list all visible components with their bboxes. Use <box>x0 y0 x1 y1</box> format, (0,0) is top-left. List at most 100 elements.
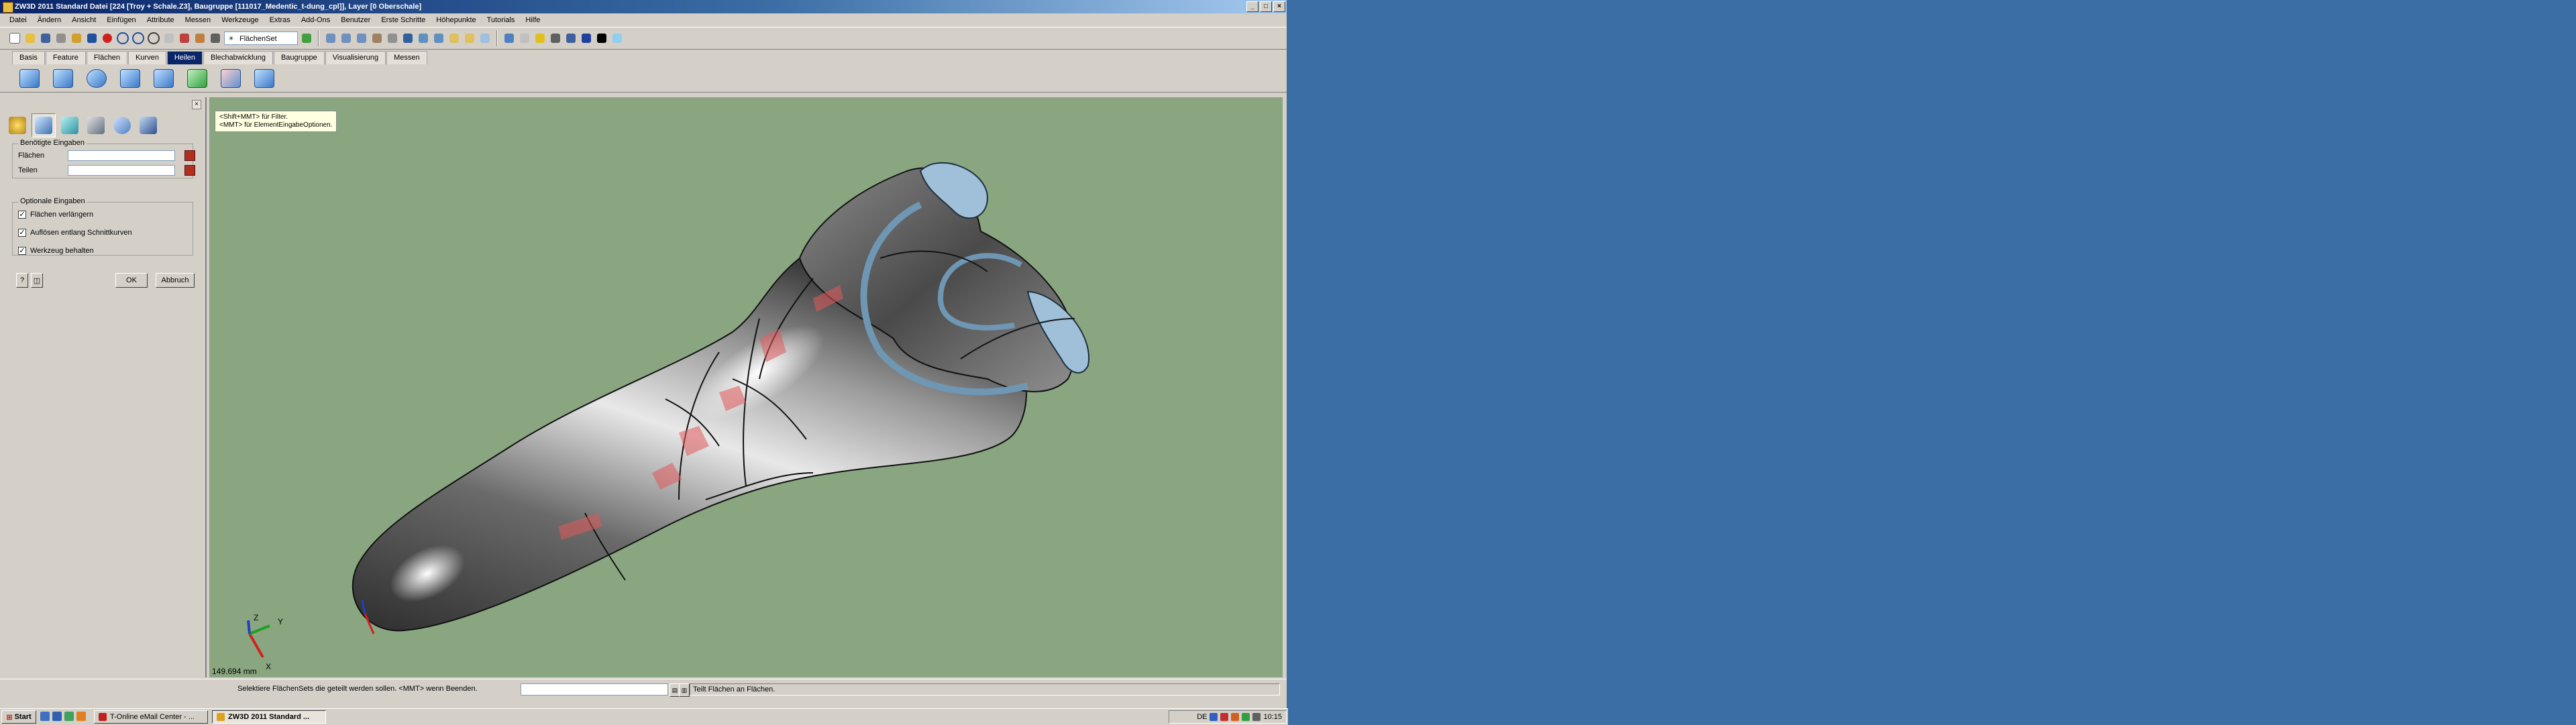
print-icon[interactable] <box>54 31 68 46</box>
panel-tool-4-icon[interactable] <box>84 113 108 137</box>
tab-blechabwicklung[interactable]: Blechabwicklung <box>203 51 273 64</box>
pick-icon[interactable] <box>162 31 176 46</box>
new-file-icon[interactable] <box>8 31 21 46</box>
heal-red-icon[interactable] <box>219 67 243 90</box>
panel-tool-5-icon[interactable] <box>110 113 134 137</box>
tab-basis[interactable]: Basis <box>12 51 45 64</box>
tab-kurven[interactable]: Kurven <box>127 51 166 64</box>
menu-item[interactable]: Höhepunkte <box>431 16 481 24</box>
check-icon[interactable] <box>300 31 313 46</box>
browser-icon[interactable] <box>52 712 62 721</box>
frame3-icon[interactable] <box>478 31 492 46</box>
menu-item[interactable]: Extras <box>264 16 296 24</box>
heal-fix-icon[interactable] <box>152 67 176 90</box>
heal-split-icon[interactable] <box>252 67 276 90</box>
cancel-button[interactable]: Abbruch <box>156 273 195 288</box>
network-icon[interactable] <box>1210 713 1218 721</box>
security-icon[interactable] <box>1242 713 1250 721</box>
info-icon[interactable] <box>85 31 99 46</box>
curve-icon[interactable] <box>209 31 222 46</box>
panel-tool-2-icon[interactable] <box>32 113 56 137</box>
menu-item[interactable]: Attribute <box>142 16 180 24</box>
chart-icon[interactable] <box>193 31 207 46</box>
open-folder-icon[interactable] <box>23 31 37 46</box>
explorer-icon[interactable] <box>64 712 74 721</box>
resolve-intersections-checkbox[interactable]: ✓ <box>18 229 26 237</box>
faces-field[interactable] <box>68 150 175 161</box>
parts-field[interactable] <box>68 165 175 176</box>
command-options-button[interactable]: ▥ <box>679 683 690 697</box>
light-icon[interactable] <box>533 31 547 46</box>
close-button[interactable]: × <box>1273 1 1285 12</box>
frame-icon[interactable] <box>447 31 461 46</box>
task-zw3d[interactable]: ZW3D 2011 Standard ... <box>212 710 326 724</box>
axis-icon[interactable] <box>401 31 415 46</box>
filter-combo[interactable]: FlächenSet <box>224 32 298 46</box>
language-indicator[interactable]: DE <box>1197 713 1207 721</box>
render-icon[interactable] <box>502 31 516 46</box>
tab-feature[interactable]: Feature <box>45 51 86 64</box>
wand-icon[interactable] <box>70 31 83 46</box>
panel-tool-3-icon[interactable] <box>58 113 82 137</box>
menu-item[interactable]: Add-Ons <box>296 16 335 24</box>
panel-tool-1-icon[interactable] <box>5 113 30 137</box>
faces-pick-icon[interactable] <box>184 150 195 161</box>
filter-icon[interactable] <box>178 31 191 46</box>
save-icon[interactable] <box>39 31 52 46</box>
minimize-button[interactable]: _ <box>1246 1 1258 12</box>
desktop-icon[interactable] <box>40 712 50 721</box>
3d-viewport[interactable]: X Y Z <Shift+MMT> für Filter. <MMT> für … <box>209 97 1283 677</box>
menu-item[interactable]: Einfügen <box>101 16 141 24</box>
heal-analyze-icon[interactable] <box>85 67 109 90</box>
redo-icon[interactable] <box>131 31 145 46</box>
rotate-icon[interactable] <box>386 31 399 46</box>
shade-icon[interactable] <box>518 31 531 46</box>
mail-icon[interactable] <box>76 712 86 721</box>
menu-item[interactable]: Erste Schritte <box>376 16 431 24</box>
maximize-button[interactable]: □ <box>1260 1 1272 12</box>
zoom-icon[interactable] <box>370 31 384 46</box>
start-button[interactable]: ⊞ Start <box>1 710 36 724</box>
heal-solid-icon[interactable] <box>17 67 42 90</box>
tab-flaechen[interactable]: Flächen <box>86 51 127 64</box>
parts-pick-icon[interactable] <box>184 165 195 176</box>
extend-faces-checkbox[interactable]: ✓ <box>18 211 26 219</box>
panel-close-button[interactable]: × <box>192 100 201 109</box>
measure-icon[interactable] <box>564 31 578 46</box>
menu-item[interactable]: Werkzeuge <box>216 16 264 24</box>
heal-stitch-icon[interactable] <box>118 67 142 90</box>
tab-messen[interactable]: Messen <box>386 51 427 64</box>
preview-button[interactable]: ◫ <box>31 273 43 288</box>
menu-item[interactable]: Messen <box>180 16 217 24</box>
view-right-icon[interactable] <box>355 31 368 46</box>
menu-item[interactable]: Ändern <box>32 16 66 24</box>
menu-item[interactable]: Datei <box>4 16 32 24</box>
update-icon[interactable] <box>1231 713 1240 721</box>
plane2-icon[interactable] <box>432 31 445 46</box>
keep-tool-checkbox[interactable]: ✓ <box>18 247 26 255</box>
panel-tool-6-icon[interactable] <box>136 113 160 137</box>
view-top-icon[interactable] <box>339 31 353 46</box>
task-mail-center[interactable]: T-Online eMail Center - ... <box>94 710 208 724</box>
heal-green-icon[interactable] <box>185 67 209 90</box>
tab-visualisierung[interactable]: Visualisierung <box>325 51 386 64</box>
volume-icon[interactable] <box>1252 713 1261 721</box>
color-cyan-icon[interactable] <box>610 31 624 46</box>
color-black-icon[interactable] <box>595 31 608 46</box>
view-front-icon[interactable] <box>324 31 337 46</box>
tab-heilen[interactable]: Heilen <box>166 51 203 64</box>
help-button[interactable]: ? <box>16 273 28 288</box>
frame2-icon[interactable] <box>463 31 476 46</box>
stop-icon[interactable] <box>101 31 114 46</box>
antivirus-icon[interactable] <box>1220 713 1229 721</box>
menu-item[interactable]: Ansicht <box>66 16 101 24</box>
model-canvas[interactable]: X Y Z <box>209 97 1283 677</box>
command-input[interactable] <box>521 683 668 695</box>
undo-icon[interactable] <box>116 31 129 46</box>
ok-button[interactable]: OK <box>115 273 148 288</box>
menu-item[interactable]: Benutzer <box>335 16 376 24</box>
temperature-icon[interactable] <box>580 31 593 46</box>
heal-shell-icon[interactable] <box>51 67 75 90</box>
menu-item[interactable]: Hilfe <box>520 16 545 24</box>
regen-icon[interactable] <box>147 31 160 46</box>
